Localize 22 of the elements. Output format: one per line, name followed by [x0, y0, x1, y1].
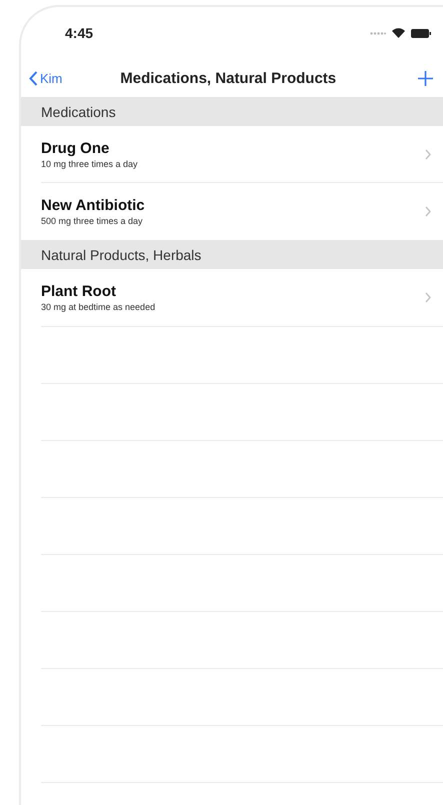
plus-icon	[418, 70, 433, 86]
item-name: New Antibiotic	[41, 197, 146, 214]
item-detail: 500 mg three times a day	[41, 216, 144, 226]
wifi-icon	[392, 28, 405, 38]
status-time: 4:45	[65, 25, 94, 41]
item-name: Plant Root	[41, 283, 117, 300]
list-item[interactable]: Plant Root 30 mg at bedtime as needed	[41, 269, 443, 326]
chevron-right-icon	[425, 292, 431, 303]
section-header: Medications	[21, 97, 443, 126]
item-name: Drug One	[41, 140, 110, 156]
signal-icon	[370, 32, 386, 34]
chevron-left-icon	[29, 70, 38, 86]
list-item[interactable]: New Antibiotic 500 mg three times a day	[41, 183, 443, 240]
back-button[interactable]: Kim	[29, 70, 62, 86]
nav-title: Medications, Natural Products	[119, 70, 338, 86]
item-detail: 30 mg at bedtime as needed	[41, 302, 156, 312]
chevron-right-icon	[425, 206, 431, 217]
section-header: Natural Products, Herbals	[21, 240, 443, 269]
add-button[interactable]	[418, 70, 433, 86]
battery-icon	[411, 28, 431, 38]
item-detail: 10 mg three times a day	[41, 158, 139, 168]
chevron-right-icon	[425, 148, 431, 160]
